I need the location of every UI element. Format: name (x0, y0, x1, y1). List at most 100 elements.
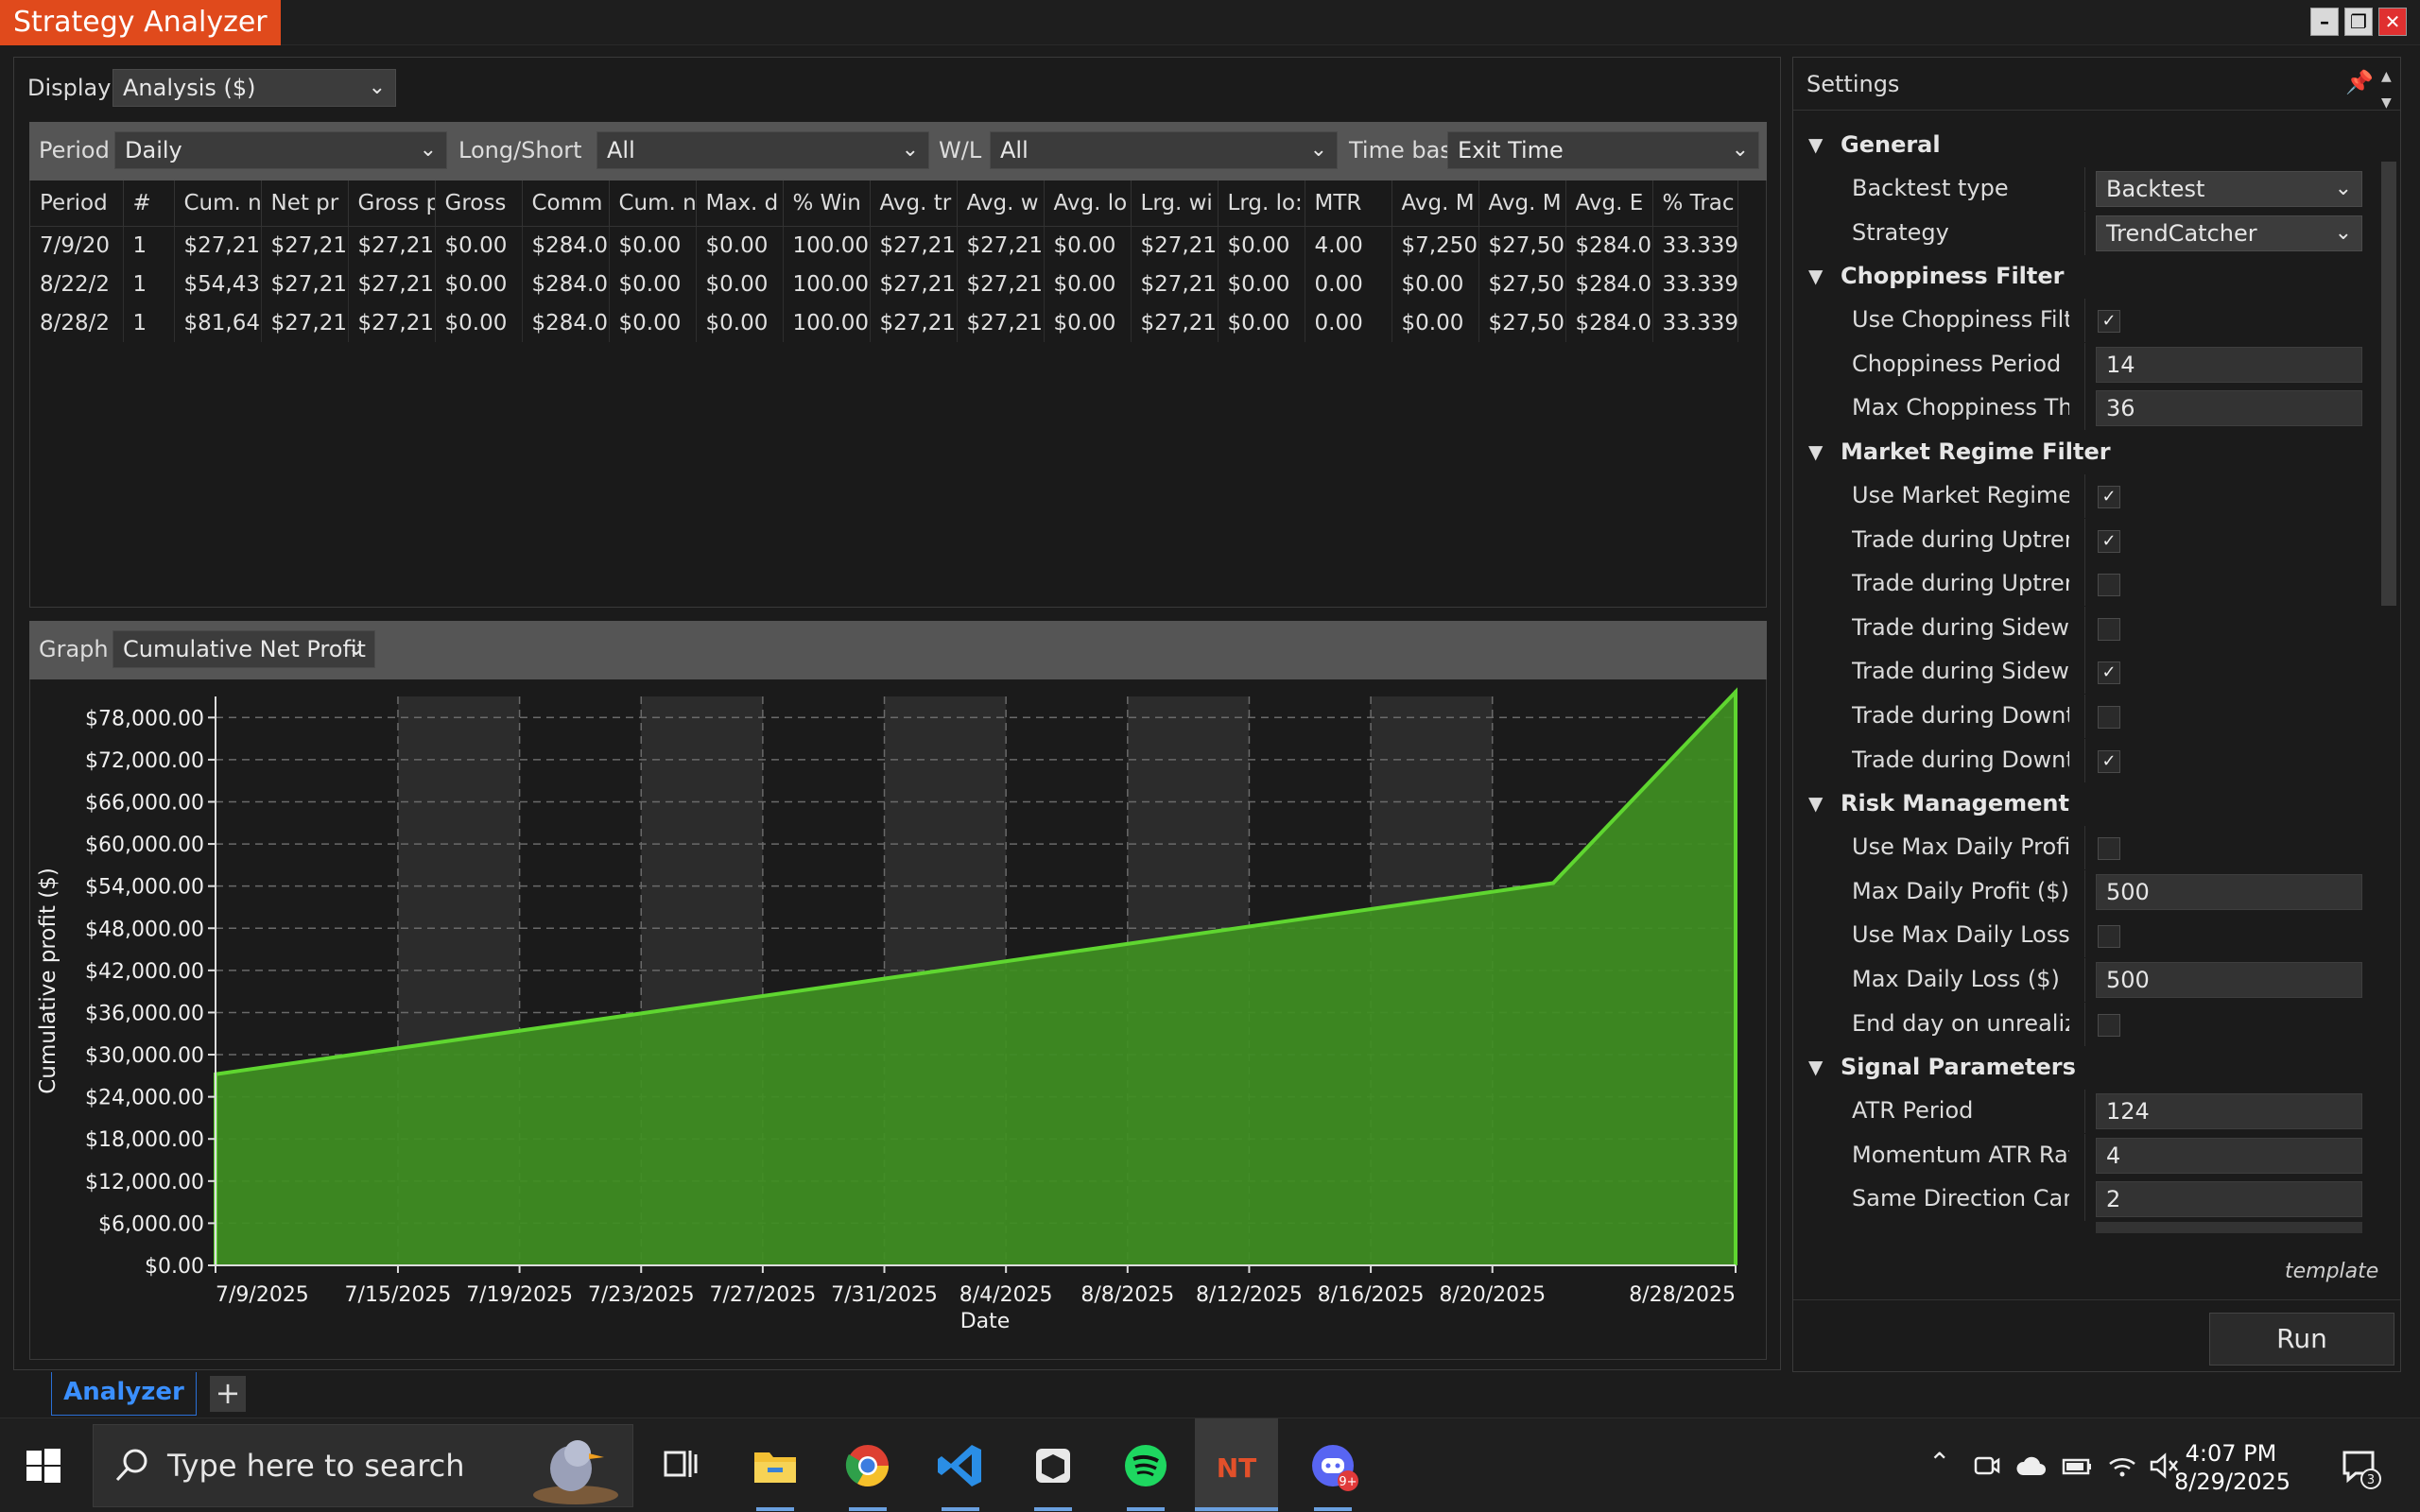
windows-start-icon[interactable] (25, 1447, 62, 1485)
period-dropdown[interactable]: Daily ⌄ (114, 131, 447, 169)
run-button[interactable]: Run (2209, 1313, 2394, 1366)
column-header[interactable]: Comm (522, 180, 610, 227)
setting-checkbox[interactable]: ✓ (2098, 529, 2120, 553)
collapse-triangle-icon[interactable]: ▼ (1808, 792, 1823, 815)
add-tab-button[interactable]: + (210, 1376, 246, 1412)
scroll-thumb[interactable] (2381, 162, 2396, 606)
divider (2084, 695, 2085, 738)
setting-row: Trade during Uptren... (1793, 562, 2379, 607)
app-cube-icon[interactable] (1025, 1437, 1081, 1494)
running-indicator (1127, 1507, 1165, 1511)
onedrive-icon[interactable] (2015, 1452, 2048, 1479)
setting-dropdown[interactable]: TrendCatcher ⌄ (2096, 215, 2362, 251)
vscode-icon[interactable] (932, 1437, 989, 1494)
settings-section[interactable]: ▼ Market Regime Filter (1793, 431, 2360, 474)
settings-section[interactable]: ▼ Risk Management (1793, 782, 2360, 826)
column-header[interactable]: MTR (1305, 180, 1392, 227)
table-cell: 1 (123, 226, 175, 265)
minimize-button[interactable]: – (2310, 8, 2339, 36)
setting-checkbox[interactable] (2098, 706, 2120, 729)
column-header[interactable]: Lrg. lo: (1218, 180, 1305, 227)
collapse-triangle-icon[interactable]: ▼ (1808, 1056, 1823, 1078)
column-header[interactable]: Cum. n (174, 180, 262, 227)
column-header[interactable]: Net pr (261, 180, 349, 227)
collapse-triangle-icon[interactable]: ▼ (1808, 133, 1823, 156)
longshort-dropdown[interactable]: All ⌄ (596, 131, 929, 169)
task-view-icon[interactable] (652, 1437, 709, 1494)
y-tick-label: $12,000.00 (85, 1171, 204, 1194)
column-header[interactable]: Max. d (696, 180, 784, 227)
column-header[interactable]: Gross p (348, 180, 436, 227)
section-title: Risk Management (1841, 790, 2069, 817)
column-header[interactable]: Lrg. wi (1131, 180, 1219, 227)
column-header[interactable]: # (123, 180, 175, 227)
setting-checkbox[interactable] (2098, 574, 2120, 597)
timebase-dropdown[interactable]: Exit Time ⌄ (1447, 131, 1759, 169)
taskbar-search-box[interactable]: Type here to search (93, 1424, 633, 1507)
column-header[interactable]: Avg. M (1392, 180, 1479, 227)
settings-scrollbar[interactable]: ▲ ▼ (2377, 58, 2400, 1362)
setting-input[interactable]: 500 (2096, 873, 2362, 910)
setting-checkbox[interactable]: ✓ (2098, 749, 2120, 773)
collapse-triangle-icon[interactable]: ▼ (1808, 265, 1823, 287)
table-row[interactable]: 7/9/20 1 $27,21 $27,21 $27,21 $0.00 $284.0 $0.0… (30, 226, 1738, 265)
scroll-up-icon[interactable]: ▲ (2381, 69, 2392, 84)
settings-section[interactable]: ▼ Signal Parameters (1793, 1046, 2360, 1090)
setting-checkbox[interactable] (2098, 837, 2120, 861)
setting-checkbox[interactable]: ✓ (2098, 662, 2120, 685)
column-header[interactable]: % Win (783, 180, 871, 227)
setting-checkbox[interactable]: ✓ (2098, 486, 2120, 508)
spotify-icon[interactable] (1117, 1437, 1174, 1494)
pin-icon[interactable]: 📌 (2345, 69, 2374, 95)
column-header[interactable]: % Trac (1652, 180, 1738, 227)
column-header[interactable]: Avg. w (957, 180, 1045, 227)
setting-checkbox[interactable] (2098, 925, 2120, 949)
setting-input[interactable]: 36 (2096, 390, 2362, 427)
column-header[interactable]: Avg. tr (870, 180, 958, 227)
setting-input[interactable]: 500 (2096, 962, 2362, 998)
setting-input[interactable]: 124 (2096, 1093, 2362, 1130)
table-row[interactable]: 8/28/2 1 $81,64 $27,21 $27,21 $0.00 $284.0 $0.0… (30, 303, 1738, 342)
setting-dropdown[interactable]: Backtest ⌄ (2096, 171, 2362, 207)
display-dropdown[interactable]: Analysis ($) ⌄ (112, 69, 396, 107)
settings-section[interactable]: ▼ Choppiness Filter (1793, 255, 2360, 299)
column-header[interactable]: Avg. lo (1044, 180, 1132, 227)
setting-checkbox[interactable]: ✓ (2098, 310, 2120, 334)
settings-section[interactable]: ▼ General (1793, 124, 2360, 167)
wifi-icon[interactable] (2106, 1451, 2138, 1481)
scroll-down-icon[interactable]: ▼ (2381, 95, 2392, 111)
collapse-triangle-icon[interactable]: ▼ (1808, 440, 1823, 463)
restore-button[interactable]: ❐ (2344, 8, 2373, 36)
setting-input[interactable]: 2 (2096, 1181, 2362, 1218)
wl-dropdown[interactable]: All ⌄ (990, 131, 1338, 169)
y-tick-label: $54,000.00 (85, 876, 204, 900)
close-button[interactable]: ✕ (2378, 8, 2407, 36)
divider (2084, 826, 2085, 870)
setting-label: Max Choppiness Th... (1852, 394, 2069, 421)
setting-input[interactable]: 14 (2096, 346, 2362, 383)
column-header[interactable]: Cum. n (609, 180, 697, 227)
column-header[interactable]: Avg. M (1478, 180, 1566, 227)
chrome-icon[interactable] (839, 1437, 896, 1494)
system-clock[interactable]: 4:07 PM 8/29/2025 (2174, 1439, 2290, 1496)
graph-dropdown[interactable]: Cumulative Net Profit ⌄ (112, 630, 375, 668)
chevron-up-icon[interactable]: ⌃ (1928, 1447, 1950, 1478)
setting-input[interactable]: 4 (2096, 1137, 2362, 1174)
ninjatrader-taskbar-button[interactable]: NT (1195, 1418, 1278, 1512)
meet-now-icon[interactable] (1972, 1451, 2002, 1481)
discord-icon[interactable]: 9+ (1305, 1437, 1361, 1494)
setting-checkbox[interactable] (2098, 1013, 2120, 1037)
tab-analyzer-2[interactable]: Analyzer 2 (51, 1372, 197, 1446)
template-label[interactable]: template (2285, 1260, 2378, 1283)
file-explorer-icon[interactable] (747, 1437, 804, 1494)
battery-icon[interactable] (2061, 1451, 2093, 1481)
y-tick-label: $36,000.00 (85, 1002, 204, 1025)
setting-label: ATR Period (1852, 1097, 1974, 1125)
notification-center-icon[interactable]: 3 (2339, 1445, 2384, 1490)
column-header[interactable]: Avg. E (1565, 180, 1653, 227)
table-cell: 33.339 (1652, 303, 1738, 342)
table-row[interactable]: 8/22/2 1 $54,43 $27,21 $27,21 $0.00 $284.0 $0.0… (30, 265, 1738, 303)
column-header[interactable]: Gross (435, 180, 523, 227)
column-header[interactable]: Period (30, 180, 124, 227)
setting-checkbox[interactable] (2098, 617, 2120, 641)
